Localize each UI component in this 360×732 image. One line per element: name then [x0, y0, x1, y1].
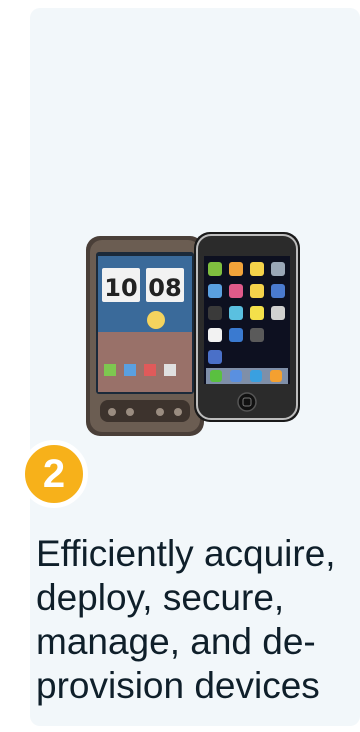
- clock-hour: 10: [104, 274, 137, 302]
- smartphones-image: 10 08: [86, 232, 300, 436]
- clock-minute: 08: [148, 274, 181, 302]
- android-phone-icon: 10 08: [86, 236, 204, 436]
- iphone-icon: [194, 232, 300, 422]
- step-number-badge: 2: [20, 440, 88, 508]
- feature-description: Efficiently acquire, deploy, secure, man…: [36, 533, 336, 706]
